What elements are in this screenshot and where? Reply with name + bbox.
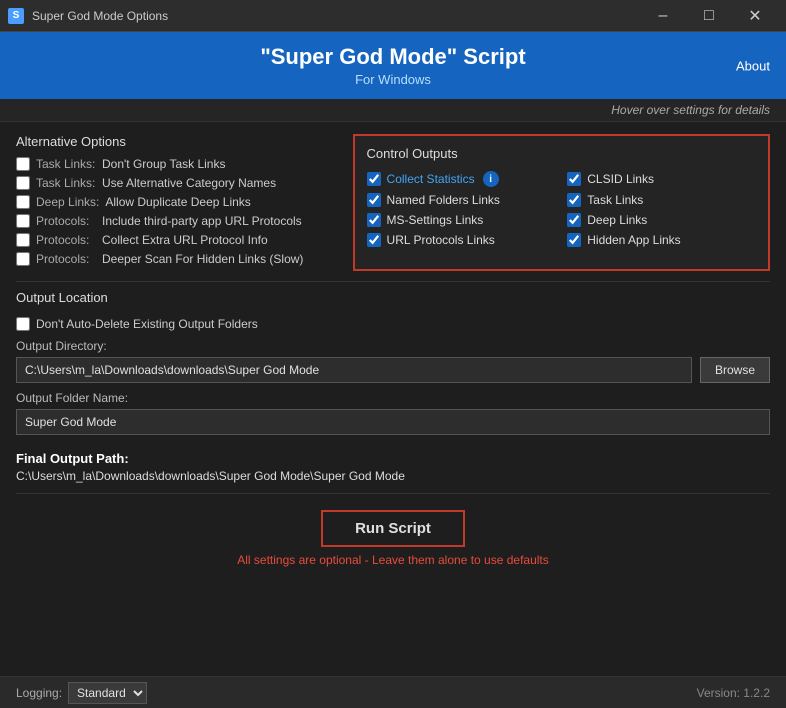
bottom-bar: Logging: Standard Verbose Minimal None V…: [0, 676, 786, 708]
logging-label: Logging:: [16, 686, 62, 700]
hint-text: Hover over settings for details: [611, 103, 770, 117]
output-dir-label: Output Directory:: [16, 339, 770, 353]
final-path-label: Final Output Path:: [16, 451, 770, 466]
list-item: Task Links: Don't Group Task Links: [16, 157, 341, 171]
control-outputs-panel: Control Outputs Collect Statistics i CLS…: [353, 134, 770, 271]
close-button[interactable]: ✕: [732, 0, 778, 32]
dont-auto-delete-row: Don't Auto-Delete Existing Output Folder…: [16, 317, 770, 331]
list-item: Task Links: [567, 193, 756, 207]
dont-auto-delete-label: Don't Auto-Delete Existing Output Folder…: [36, 317, 258, 331]
task-links-no-group-checkbox[interactable]: [16, 157, 30, 171]
list-item: Collect Statistics i: [367, 171, 556, 187]
maximize-button[interactable]: □: [686, 0, 732, 32]
control-outputs-title: Control Outputs: [367, 146, 756, 161]
task-links-alt-category-checkbox[interactable]: [16, 176, 30, 190]
deep-links-co-checkbox[interactable]: [567, 213, 581, 227]
collect-statistics-checkbox[interactable]: [367, 172, 381, 186]
divider: [16, 281, 770, 282]
run-script-button[interactable]: Run Script: [321, 510, 465, 547]
window-title: Super God Mode Options: [32, 9, 640, 23]
list-item: Hidden App Links: [567, 233, 756, 247]
output-location-title: Output Location: [16, 290, 770, 309]
header-subtitle: For Windows: [16, 72, 770, 87]
list-item: Protocols: Collect Extra URL Protocol In…: [16, 233, 341, 247]
run-hint: All settings are optional - Leave them a…: [237, 553, 549, 567]
clsid-links-checkbox[interactable]: [567, 172, 581, 186]
deep-links-duplicate-checkbox[interactable]: [16, 195, 30, 209]
list-item: Protocols: Include third-party app URL P…: [16, 214, 341, 228]
list-item: CLSID Links: [567, 171, 756, 187]
window-controls: – □ ✕: [640, 0, 778, 32]
main-content: Alternative Options Task Links: Don't Gr…: [0, 122, 786, 583]
divider-2: [16, 493, 770, 494]
output-folder-row: [16, 409, 770, 435]
output-folder-label: Output Folder Name:: [16, 391, 770, 405]
ms-settings-links-checkbox[interactable]: [367, 213, 381, 227]
list-item: Task Links: Use Alternative Category Nam…: [16, 176, 341, 190]
list-item: Deep Links: Allow Duplicate Deep Links: [16, 195, 341, 209]
list-item: Named Folders Links: [367, 193, 556, 207]
control-outputs-grid: Collect Statistics i CLSID Links Named F…: [367, 171, 756, 247]
info-icon: i: [483, 171, 499, 187]
protocols-extra-info-checkbox[interactable]: [16, 233, 30, 247]
title-bar: S Super God Mode Options – □ ✕: [0, 0, 786, 32]
protocols-deeper-scan-checkbox[interactable]: [16, 252, 30, 266]
hidden-app-links-checkbox[interactable]: [567, 233, 581, 247]
task-links-co-checkbox[interactable]: [567, 193, 581, 207]
output-folder-input[interactable]: [16, 409, 770, 435]
list-item: URL Protocols Links: [367, 233, 556, 247]
logging-select[interactable]: Standard Verbose Minimal None: [68, 682, 147, 704]
list-item: Protocols: Deeper Scan For Hidden Links …: [16, 252, 341, 266]
header: "Super God Mode" Script For Windows Abou…: [0, 32, 786, 99]
final-path-value: C:\Users\m_la\Downloads\downloads\Super …: [16, 469, 770, 483]
hint-bar: Hover over settings for details: [0, 99, 786, 122]
named-folders-links-checkbox[interactable]: [367, 193, 381, 207]
alt-options-title: Alternative Options: [16, 134, 341, 149]
output-location-section: Output Location Don't Auto-Delete Existi…: [16, 290, 770, 451]
version-label: Version: 1.2.2: [697, 686, 770, 700]
header-title: "Super God Mode" Script: [16, 44, 770, 70]
alt-options-panel: Alternative Options Task Links: Don't Gr…: [16, 134, 341, 271]
url-protocols-links-checkbox[interactable]: [367, 233, 381, 247]
browse-button[interactable]: Browse: [700, 357, 770, 383]
options-row: Alternative Options Task Links: Don't Gr…: [16, 134, 770, 271]
window-icon: S: [8, 8, 24, 24]
protocols-third-party-checkbox[interactable]: [16, 214, 30, 228]
list-item: MS-Settings Links: [367, 213, 556, 227]
output-dir-row: Browse: [16, 357, 770, 383]
run-section: Run Script All settings are optional - L…: [16, 502, 770, 571]
output-dir-input[interactable]: [16, 357, 692, 383]
final-path-section: Final Output Path: C:\Users\m_la\Downloa…: [16, 451, 770, 483]
list-item: Deep Links: [567, 213, 756, 227]
minimize-button[interactable]: –: [640, 0, 686, 32]
dont-auto-delete-checkbox[interactable]: [16, 317, 30, 331]
about-link[interactable]: About: [736, 58, 770, 73]
